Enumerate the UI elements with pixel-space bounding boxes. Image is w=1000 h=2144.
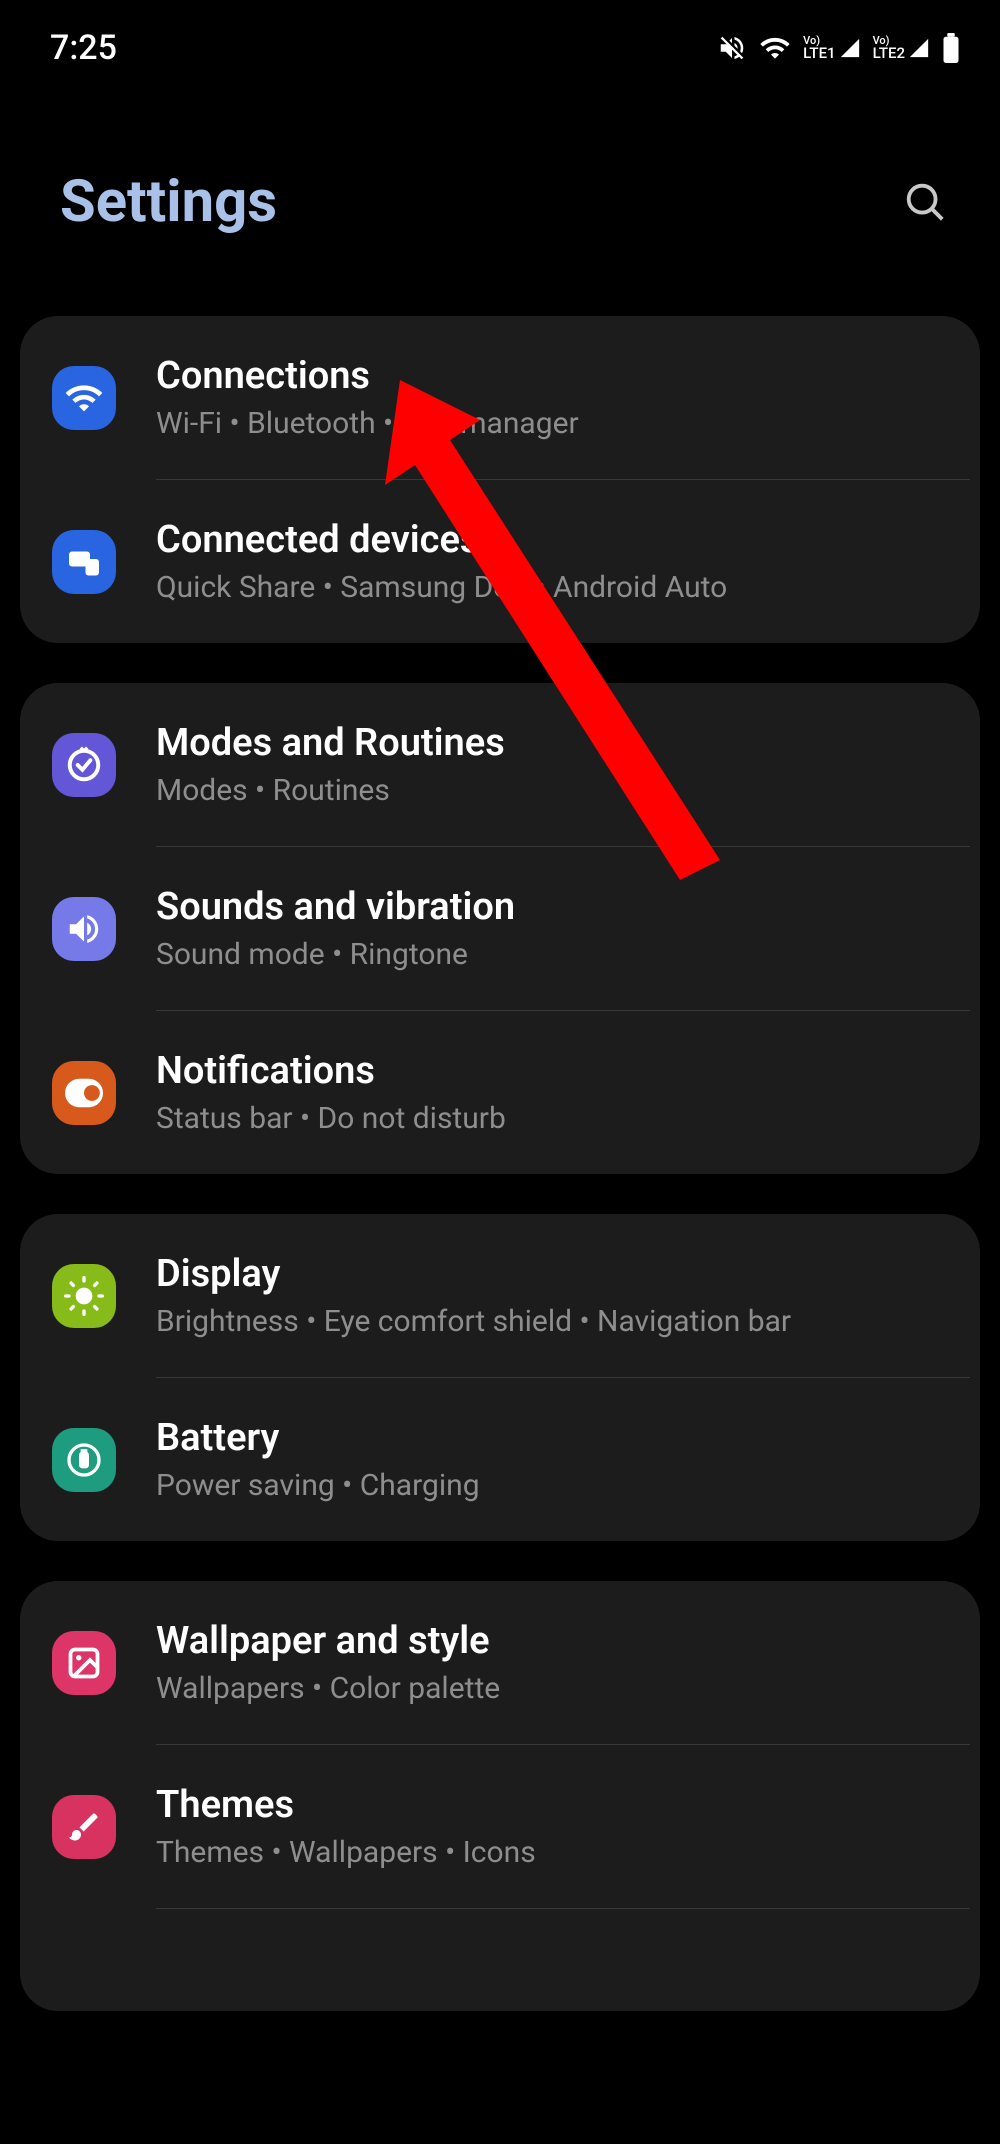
setting-connections[interactable]: Connections Wi-Fi • Bluetooth • SIM mana… bbox=[20, 316, 980, 479]
status-indicators: Vo)LTE1 Vo)LTE2 bbox=[717, 32, 960, 64]
settings-group-3: Display Brightness • Eye comfort shield … bbox=[20, 1214, 980, 1541]
setting-themes[interactable]: Themes Themes • Wallpapers • Icons bbox=[20, 1745, 980, 1908]
setting-subtitle: Power saving • Charging bbox=[156, 1468, 940, 1503]
setting-subtitle: Sound mode • Ringtone bbox=[156, 937, 940, 972]
setting-title: Sounds and vibration bbox=[156, 885, 940, 929]
setting-title: Wallpaper and style bbox=[156, 1619, 940, 1663]
setting-title: Notifications bbox=[156, 1049, 940, 1093]
setting-subtitle: Quick Share • Samsung DeX • Android Auto bbox=[156, 570, 940, 605]
devices-icon bbox=[52, 530, 116, 594]
routines-icon bbox=[52, 733, 116, 797]
wifi-icon bbox=[52, 366, 116, 430]
settings-group-1: Connections Wi-Fi • Bluetooth • SIM mana… bbox=[20, 316, 980, 643]
setting-title: Battery bbox=[156, 1416, 940, 1460]
setting-title: Display bbox=[156, 1252, 940, 1296]
setting-notifications[interactable]: Notifications Status bar • Do not distur… bbox=[20, 1011, 980, 1174]
setting-sounds-vibration[interactable]: Sounds and vibration Sound mode • Ringto… bbox=[20, 847, 980, 1010]
setting-subtitle: Wallpapers • Color palette bbox=[156, 1671, 940, 1706]
setting-title: Themes bbox=[156, 1783, 940, 1827]
setting-subtitle: Modes • Routines bbox=[156, 773, 940, 808]
setting-subtitle: Status bar • Do not disturb bbox=[156, 1101, 940, 1136]
themes-icon bbox=[52, 1795, 116, 1859]
display-icon bbox=[52, 1264, 116, 1328]
setting-display[interactable]: Display Brightness • Eye comfort shield … bbox=[20, 1214, 980, 1377]
header: Settings bbox=[0, 88, 1000, 316]
setting-subtitle: Wi-Fi • Bluetooth • SIM manager bbox=[156, 406, 940, 441]
wifi-icon-status bbox=[759, 32, 791, 64]
vibrate-mute-icon bbox=[717, 33, 747, 63]
search-button[interactable] bbox=[900, 177, 950, 227]
setting-connected-devices[interactable]: Connected devices Quick Share • Samsung … bbox=[20, 480, 980, 643]
settings-group-2: Modes and Routines Modes • Routines Soun… bbox=[20, 683, 980, 1174]
setting-subtitle: Themes • Wallpapers • Icons bbox=[156, 1835, 940, 1870]
wallpaper-icon bbox=[52, 1631, 116, 1695]
notifications-icon bbox=[52, 1061, 116, 1125]
setting-battery[interactable]: Battery Power saving • Charging bbox=[20, 1378, 980, 1541]
battery-icon bbox=[52, 1428, 116, 1492]
settings-group-4: Wallpaper and style Wallpapers • Color p… bbox=[20, 1581, 980, 2011]
setting-modes-routines[interactable]: Modes and Routines Modes • Routines bbox=[20, 683, 980, 846]
search-icon bbox=[902, 179, 948, 225]
setting-title: Connections bbox=[156, 354, 940, 398]
setting-wallpaper-style[interactable]: Wallpaper and style Wallpapers • Color p… bbox=[20, 1581, 980, 1744]
setting-title: Connected devices bbox=[156, 518, 940, 562]
battery-icon-status bbox=[942, 33, 960, 63]
setting-title: Modes and Routines bbox=[156, 721, 940, 765]
page-title: Settings bbox=[60, 168, 277, 236]
setting-partial-row[interactable] bbox=[20, 1909, 980, 2011]
setting-subtitle: Brightness • Eye comfort shield • Naviga… bbox=[156, 1304, 940, 1339]
status-bar: 7:25 Vo)LTE1 Vo)LTE2 bbox=[0, 0, 1000, 88]
sound-icon bbox=[52, 897, 116, 961]
sim2-indicator: Vo)LTE2 bbox=[873, 35, 930, 61]
status-time: 7:25 bbox=[50, 28, 117, 68]
sim1-indicator: Vo)LTE1 bbox=[803, 35, 860, 61]
